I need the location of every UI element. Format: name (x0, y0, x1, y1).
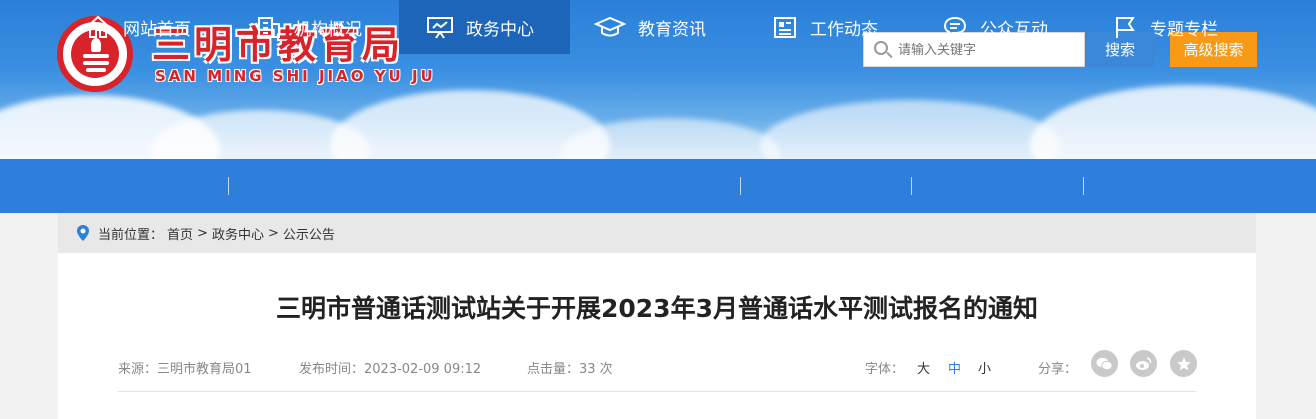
site-pinyin: SAN MING SHI JIAO YU JU (155, 67, 436, 85)
article-panel: 三明市普通话测试站关于开展2023年3月普通话水平测试报名的通知 来源：三明市教… (58, 253, 1256, 419)
article-source: 来源：三明市教育局01 (118, 362, 252, 377)
breadcrumb-announcements-link[interactable]: 公示公告 (283, 224, 335, 243)
meta-divider (118, 391, 1196, 392)
share-favorite-button[interactable] (1170, 350, 1197, 377)
weibo-icon (1136, 356, 1152, 370)
breadcrumb-separator: > (197, 225, 208, 241)
chat-icon (943, 16, 967, 39)
font-size-small[interactable]: 小 (978, 358, 991, 377)
nav-label: 网站首页 (123, 19, 191, 40)
nav-item-home[interactable]: 网站首页 (85, 0, 191, 54)
share-label: 分享： (1038, 362, 1078, 377)
article-title: 三明市普通话测试站关于开展2023年3月普通话水平测试报名的通知 (276, 294, 1038, 323)
nav-item-education-news[interactable]: 教育资讯 (594, 0, 706, 54)
breadcrumb: 当前位置： 首页 > 政务中心 > 公示公告 (58, 213, 1256, 253)
breadcrumb-separator: > (267, 225, 279, 241)
nav-item-special-topics[interactable]: 专题专栏 (1112, 0, 1218, 54)
font-size-large[interactable]: 大 (917, 358, 930, 377)
share-wechat-button[interactable] (1091, 350, 1118, 377)
breadcrumb-home-link[interactable]: 首页 (167, 224, 193, 243)
share-weibo-button[interactable] (1130, 350, 1157, 377)
nav-label: 工作动态 (810, 19, 878, 40)
breadcrumb-prefix: 当前位置： (98, 227, 164, 243)
font-size-medium[interactable]: 中 (948, 358, 961, 377)
nav-label: 专题专栏 (1150, 19, 1218, 40)
font-size-label: 字体： (865, 362, 905, 377)
home-icon (86, 15, 110, 38)
main-nav (0, 159, 1316, 213)
nav-item-organization[interactable]: 机构概况 (256, 0, 362, 54)
flag-icon (1116, 17, 1135, 38)
nav-divider (740, 177, 741, 195)
wechat-icon (1096, 357, 1113, 370)
nav-label: 公众互动 (980, 19, 1048, 40)
graduation-cap-icon (594, 16, 626, 37)
nav-item-work-updates[interactable]: 工作动态 (772, 0, 878, 54)
star-icon (1176, 356, 1191, 370)
nav-item-government-center[interactable]: 政务中心 (399, 0, 570, 54)
nav-divider (228, 177, 229, 195)
breadcrumb-government-center-link[interactable]: 政务中心 (212, 224, 264, 243)
building-icon (258, 17, 280, 38)
nav-label: 政务中心 (466, 19, 534, 40)
nav-label: 教育资讯 (638, 19, 706, 40)
nav-item-public-interaction[interactable]: 公众互动 (942, 0, 1048, 54)
news-icon (774, 17, 796, 38)
article-view-count: 点击量：33 次 (527, 362, 613, 377)
nav-label: 机构概况 (294, 19, 362, 40)
presentation-icon (427, 17, 453, 39)
nav-divider (911, 177, 912, 195)
nav-divider (1083, 177, 1084, 195)
article-publish-time: 发布时间：2023-02-09 09:12 (299, 362, 482, 377)
location-pin-icon (77, 225, 89, 241)
